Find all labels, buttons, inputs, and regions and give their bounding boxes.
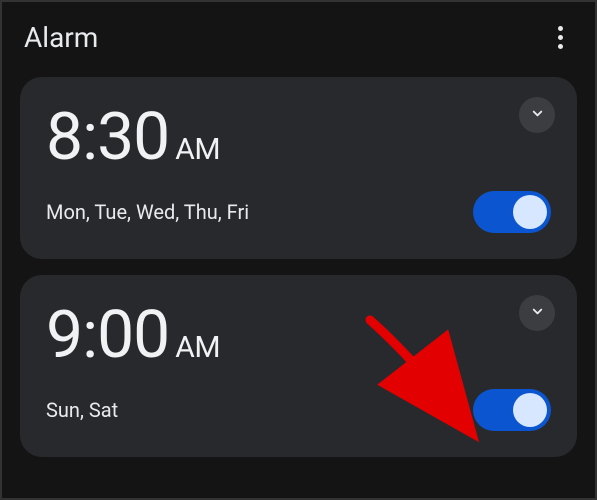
alarm-bottom-row: Mon, Tue, Wed, Thu, Fri — [46, 191, 551, 233]
alarm-card[interactable]: 8:30 AM Mon, Tue, Wed, Thu, Fri — [20, 77, 577, 259]
alarm-time[interactable]: 9:00 AM — [46, 303, 551, 369]
chevron-down-icon — [530, 304, 545, 319]
alarm-bottom-row: Sun, Sat — [46, 389, 551, 431]
toggle-knob — [513, 195, 547, 229]
expand-button[interactable] — [519, 97, 555, 133]
page-title: Alarm — [24, 21, 98, 54]
time-value: 8:30 — [46, 105, 169, 171]
alarm-time[interactable]: 8:30 AM — [46, 105, 551, 171]
time-period: AM — [175, 330, 220, 365]
chevron-down-icon — [530, 106, 545, 121]
alarm-toggle[interactable] — [473, 389, 551, 431]
alarm-card[interactable]: 9:00 AM Sun, Sat — [20, 275, 577, 457]
alarm-toggle[interactable] — [473, 191, 551, 233]
toggle-knob — [513, 393, 547, 427]
time-period: AM — [175, 132, 220, 167]
alarm-days: Mon, Tue, Wed, Thu, Fri — [46, 200, 249, 224]
app-header: Alarm — [2, 2, 595, 77]
more-options-icon[interactable] — [550, 18, 571, 57]
alarm-days: Sun, Sat — [46, 398, 118, 422]
expand-button[interactable] — [519, 295, 555, 331]
time-value: 9:00 — [46, 303, 169, 369]
alarm-list: 8:30 AM Mon, Tue, Wed, Thu, Fri 9:00 AM … — [2, 77, 595, 457]
